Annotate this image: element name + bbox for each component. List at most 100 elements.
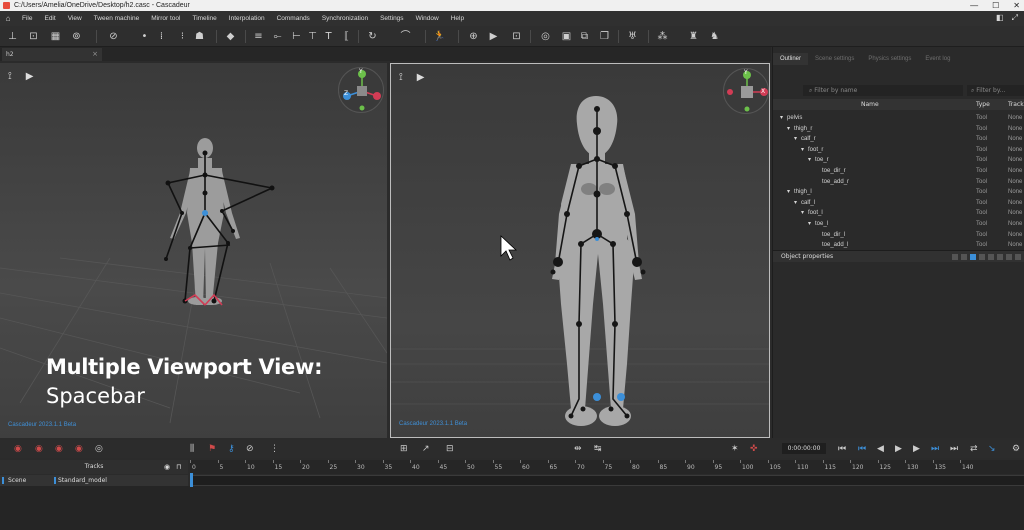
pose-icon[interactable]: ♞ (708, 30, 721, 43)
prop-icon-2[interactable] (961, 254, 967, 260)
segments-icon[interactable]: ⫼ (190, 443, 194, 455)
outliner-row[interactable]: ▾ toe_l Tool None (773, 219, 1024, 230)
current-time-field[interactable]: 0:00:00:00 (782, 443, 826, 454)
prop-icon-3[interactable] (970, 254, 976, 260)
layout-icon[interactable]: ◧ (996, 13, 1004, 23)
home-icon[interactable]: ⌂ (0, 14, 16, 23)
outliner-row[interactable]: ▾ foot_r Tool None (773, 145, 1024, 156)
expand-icon[interactable]: ⤢ (1012, 13, 1018, 23)
local-space-icon[interactable]: ⊡ (27, 30, 40, 43)
tab-physics-settings[interactable]: Physics settings (861, 53, 918, 65)
run-icon[interactable]: 🏃 (433, 30, 446, 43)
prop-icon-8[interactable] (1015, 254, 1021, 260)
menu-file[interactable]: File (16, 15, 38, 22)
viewport-right[interactable]: ⟟ ▶ Y X Cascadeur 2023.1.1 Beta (390, 63, 770, 438)
interpolation-icon[interactable]: ≡ (252, 30, 265, 43)
play-icon[interactable]: ▶ (895, 443, 902, 455)
autopose-icon[interactable]: ✶ (731, 443, 739, 455)
outliner-row[interactable]: toe_dir_l Tool None (773, 230, 1024, 241)
playback-mode-icon[interactable]: ↘ (988, 443, 996, 455)
expand-arrow-icon[interactable]: ▾ (787, 187, 790, 198)
tab-h2[interactable]: h2 × (2, 48, 102, 61)
outliner-row[interactable]: ▾ toe_r Tool None (773, 155, 1024, 166)
minimize-button[interactable]: — (970, 0, 978, 11)
camera-view-icon[interactable]: ▶ (26, 71, 34, 82)
character-icon[interactable]: ☗ (193, 30, 206, 43)
loop-range-icon[interactable]: ↹ (594, 443, 602, 455)
key-rotation-icon[interactable]: ◉ (75, 443, 83, 455)
bezier-icon[interactable]: ⟜ (271, 30, 284, 43)
pin-icon[interactable]: ✜ (750, 443, 758, 455)
timeline-ruler[interactable]: 0 5 10 15 20 25 30 35 40 45 50 55 60 65 70 75 80 85 90 95 10… (190, 460, 1024, 474)
prop-icon-5[interactable] (988, 254, 994, 260)
visibility-eye-icon[interactable]: ◉ (164, 460, 170, 474)
constellation-icon[interactable]: ⁂ (656, 30, 669, 43)
close-window-button[interactable]: ✕ (1013, 0, 1020, 11)
ring-icon[interactable]: ◎ (539, 30, 552, 43)
key-icon[interactable]: ⚷ (228, 443, 235, 455)
maximize-button[interactable]: ☐ (992, 0, 999, 11)
outliner-row[interactable]: ▾ calf_r Tool None (773, 134, 1024, 145)
flag-icon[interactable]: ⚑ (208, 443, 216, 455)
fix-keys-icon[interactable]: ⋮ (270, 443, 279, 455)
filter-type-input[interactable]: ⌕ Filter by... (967, 85, 1024, 96)
grid-icon[interactable]: ▦ (49, 30, 62, 43)
curves-icon[interactable]: ⊞ (400, 443, 408, 455)
menu-interpolation[interactable]: Interpolation (223, 15, 271, 22)
column-type[interactable]: Type (976, 99, 990, 110)
menu-edit[interactable]: Edit (38, 15, 61, 22)
column-track[interactable]: Track (1008, 99, 1024, 110)
figure-icon[interactable]: ♜ (687, 30, 700, 43)
outliner-row[interactable]: ▾ calf_l Tool None (773, 198, 1024, 209)
no-icon[interactable]: ⊘ (246, 443, 254, 455)
text-icon[interactable]: T (322, 30, 335, 43)
mirror-icon[interactable]: ♅ (626, 30, 639, 43)
key-selected-icon[interactable]: ◉ (35, 443, 43, 455)
rig-select-icon[interactable]: ⁝ (176, 30, 189, 43)
manipulator-icon[interactable]: ⟟ (8, 71, 12, 82)
step-icon[interactable]: ⊢ (290, 30, 303, 43)
prev-frame-icon[interactable]: ◀ (877, 443, 884, 455)
pelvis-joint-left[interactable] (202, 210, 208, 216)
range-icon[interactable]: ⇹ (574, 443, 582, 455)
frame-icon[interactable]: ⊡ (510, 30, 523, 43)
rotate-icon[interactable]: ↻ (366, 30, 379, 43)
outliner-row[interactable]: ▾ pelvis Tool None (773, 113, 1024, 124)
timeline-track-lane[interactable] (190, 475, 1024, 486)
prop-icon-4[interactable] (979, 254, 985, 260)
menu-tween-machine[interactable]: Tween machine (88, 15, 146, 22)
view-gizmo-left[interactable]: Y Z (338, 67, 384, 113)
expand-arrow-icon[interactable]: ▾ (787, 124, 790, 135)
outliner-row[interactable]: toe_dir_r Tool None (773, 166, 1024, 177)
menu-timeline[interactable]: Timeline (186, 15, 222, 22)
tab-scene-settings[interactable]: Scene settings (808, 53, 861, 65)
key-cycle-icon[interactable]: ◎ (95, 443, 103, 455)
next-frame-icon[interactable]: ▶ (913, 443, 920, 455)
slots-icon[interactable]: ⊟ (446, 443, 454, 455)
column-name[interactable]: Name (861, 99, 879, 110)
tab-event-log[interactable]: Event log (918, 53, 957, 65)
menu-window[interactable]: Window (410, 15, 445, 22)
joint-select-icon[interactable]: ⁞ (155, 30, 168, 43)
outliner-row[interactable]: ▾ thigh_l Tool None (773, 187, 1024, 198)
camera-icon[interactable]: ▶ (487, 30, 500, 43)
tab-close-icon[interactable]: × (92, 48, 98, 61)
copy-icon[interactable]: ❐ (598, 30, 611, 43)
manipulator-icon-right[interactable]: ⟟ (399, 72, 403, 83)
physics-icon[interactable]: ⌒ (399, 30, 412, 43)
loop-icon[interactable]: ⇄ (970, 443, 978, 455)
last-frame-icon[interactable]: ⏭ (931, 443, 939, 455)
bracket-icon[interactable]: ⟦ (340, 30, 353, 43)
expand-arrow-icon[interactable]: ▾ (808, 219, 811, 230)
expand-arrow-icon[interactable]: ▾ (808, 155, 811, 166)
pivot-icon[interactable]: ⊚ (70, 30, 83, 43)
menu-help[interactable]: Help (445, 15, 470, 22)
camera-view-icon-right[interactable]: ▶ (417, 72, 425, 83)
next-key-icon[interactable]: ⏭ (950, 443, 958, 455)
menu-synchronization[interactable]: Synchronization (316, 15, 374, 22)
menu-settings[interactable]: Settings (374, 15, 410, 22)
key-position-icon[interactable]: ◉ (55, 443, 63, 455)
filter-name-input[interactable]: ⌕ Filter by name (803, 85, 963, 96)
menu-view[interactable]: View (62, 15, 88, 22)
expand-arrow-icon[interactable]: ▾ (801, 208, 804, 219)
